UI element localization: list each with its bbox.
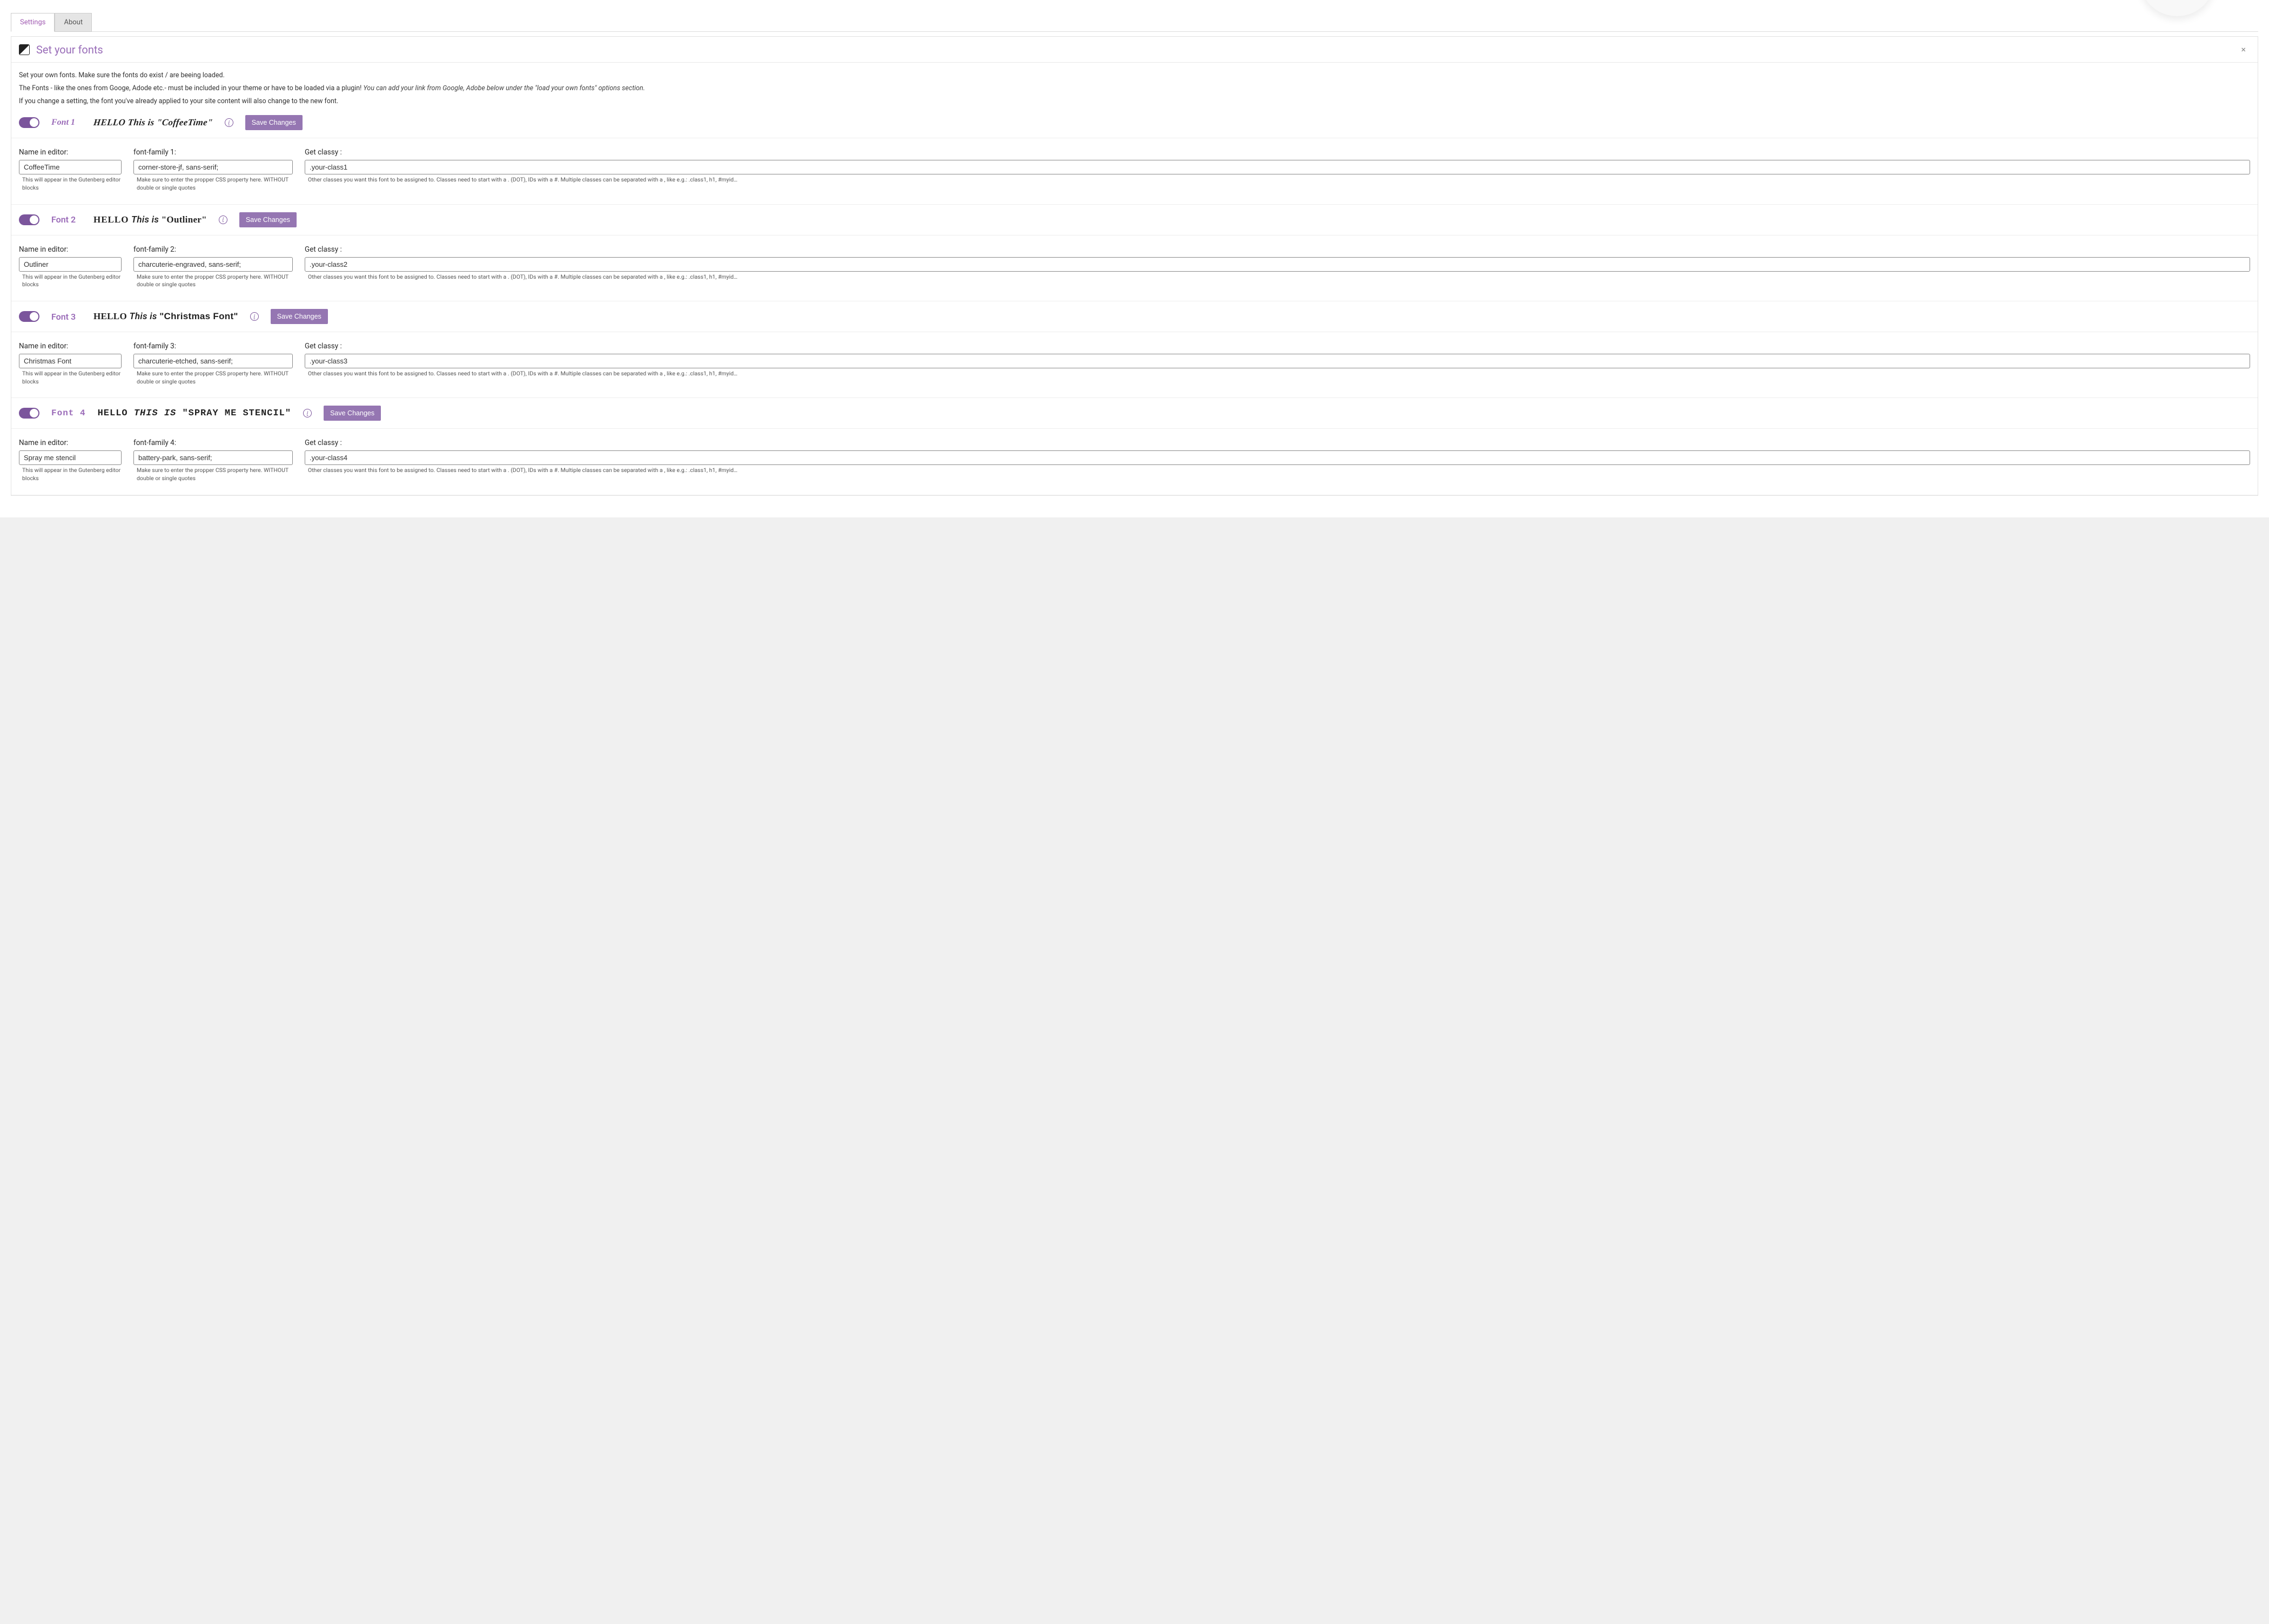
intro-line-3: If you change a setting, the font you've… [19, 95, 2250, 108]
name-help: This will appear in the Gutenberg editor… [19, 370, 122, 386]
classy-help: Other classes you want this font to be a… [305, 370, 2250, 378]
font-2-preview-name: "Outliner" [162, 214, 207, 225]
font-3-classy-input[interactable] [305, 354, 2250, 368]
tab-about[interactable]: About [55, 13, 92, 32]
save-changes-button-2[interactable]: Save Changes [239, 212, 297, 227]
font-2-body: Name in editor: This will appear in the … [11, 235, 2258, 301]
info-icon[interactable]: i [250, 312, 259, 321]
font-1-preview-name: "CoffeeTime" [156, 117, 213, 127]
font-1-name-input[interactable] [19, 160, 122, 174]
tab-settings[interactable]: Settings [11, 13, 55, 32]
intro-line-2: The Fonts - like the ones from Googe, Ad… [19, 82, 2250, 95]
font-block-2: Font 2 HELLO This is "Outliner" i Save C… [11, 205, 2258, 301]
font-3-header: Font 3 HELLO This is "Christmas Font" i … [11, 301, 2258, 332]
font-4-family-input[interactable] [133, 450, 293, 465]
save-changes-button-3[interactable]: Save Changes [271, 309, 328, 324]
font-family-4-label: font-family 4: [133, 439, 293, 447]
family-help: Make sure to enter the propper CSS prope… [133, 273, 293, 289]
classy-help: Other classes you want this font to be a… [305, 273, 2250, 281]
font-4-preview: HELLO This is "Spray me stencil" [98, 408, 291, 419]
font-block-4: Font 4 HELLO This is "Spray me stencil" … [11, 398, 2258, 495]
intro-line-1: Set your own fonts. Make sure the fonts … [19, 69, 2250, 82]
font-1-preview-hello: HELLO [93, 117, 126, 127]
font-1-label: Font 1 [51, 118, 82, 127]
font-block-1: Font 1 HELLO This is "CoffeeTime" i Save… [11, 107, 2258, 204]
close-icon[interactable]: × [2237, 42, 2250, 57]
plugin-logo-icon [19, 44, 30, 55]
get-classy-label: Get classy : [305, 342, 2250, 351]
font-4-name-input[interactable] [19, 450, 122, 465]
font-3-label: Font 3 [51, 312, 82, 322]
save-changes-button-4[interactable]: Save Changes [324, 406, 381, 421]
font-family-2-label: font-family 2: [133, 245, 293, 254]
name-in-editor-label: Name in editor: [19, 439, 122, 447]
font-1-preview-thisis: This is [127, 117, 155, 127]
font-2-family-input[interactable] [133, 257, 293, 272]
font-2-classy-input[interactable] [305, 257, 2250, 272]
font-4-toggle[interactable] [19, 408, 39, 419]
family-help: Make sure to enter the propper CSS prope… [133, 370, 293, 386]
font-2-preview-thisis: This is [131, 214, 159, 225]
font-2-header: Font 2 HELLO This is "Outliner" i Save C… [11, 205, 2258, 235]
get-classy-label: Get classy : [305, 148, 2250, 157]
intro-text: Set your own fonts. Make sure the fonts … [11, 63, 2258, 107]
font-3-toggle[interactable] [19, 311, 39, 322]
font-1-preview: HELLO This is "CoffeeTime" [93, 117, 213, 128]
font-1-header: Font 1 HELLO This is "CoffeeTime" i Save… [11, 107, 2258, 138]
font-2-toggle[interactable] [19, 214, 39, 225]
panel-header: Set your fonts × [11, 37, 2258, 63]
font-4-preview-hello: HELLO [98, 408, 128, 419]
font-1-toggle[interactable] [19, 117, 39, 128]
font-1-family-input[interactable] [133, 160, 293, 174]
panel-title: Set your fonts [36, 43, 2237, 56]
get-classy-label: Get classy : [305, 439, 2250, 447]
classy-help: Other classes you want this font to be a… [305, 467, 2250, 475]
set-your-fonts-panel: Set your fonts × Set your own fonts. Mak… [11, 36, 2258, 496]
name-help: This will appear in the Gutenberg editor… [19, 273, 122, 289]
font-2-label: Font 2 [51, 214, 82, 225]
name-in-editor-label: Name in editor: [19, 245, 122, 254]
font-4-preview-name: "Spray me stencil" [182, 408, 291, 419]
name-in-editor-label: Name in editor: [19, 342, 122, 351]
font-family-3-label: font-family 3: [133, 342, 293, 351]
font-2-preview-hello: HELLO [93, 214, 129, 225]
intro-line-2b: You can add your link from Google, Adobe… [364, 84, 645, 92]
family-help: Make sure to enter the propper CSS prope… [133, 176, 293, 192]
font-3-preview-name: "Christmas Font" [159, 311, 238, 321]
info-icon[interactable]: i [225, 118, 233, 127]
font-2-name-input[interactable] [19, 257, 122, 272]
font-2-preview: HELLO This is "Outliner" [93, 214, 207, 225]
tabs: Settings About [11, 0, 2258, 32]
font-3-name-input[interactable] [19, 354, 122, 368]
get-classy-label: Get classy : [305, 245, 2250, 254]
font-4-body: Name in editor: This will appear in the … [11, 429, 2258, 494]
font-4-classy-input[interactable] [305, 450, 2250, 465]
font-3-preview: HELLO This is "Christmas Font" [93, 311, 238, 322]
info-icon[interactable]: i [219, 215, 227, 224]
save-changes-button-1[interactable]: Save Changes [245, 115, 303, 130]
name-in-editor-label: Name in editor: [19, 148, 122, 157]
font-4-header: Font 4 HELLO This is "Spray me stencil" … [11, 398, 2258, 429]
font-3-body: Name in editor: This will appear in the … [11, 332, 2258, 397]
font-block-3: Font 3 HELLO This is "Christmas Font" i … [11, 301, 2258, 398]
font-3-preview-thisis: This is [130, 311, 157, 322]
info-icon[interactable]: i [303, 409, 312, 417]
font-family-1-label: font-family 1: [133, 148, 293, 157]
font-1-body: Name in editor: This will appear in the … [11, 138, 2258, 204]
name-help: This will appear in the Gutenberg editor… [19, 176, 122, 192]
name-help: This will appear in the Gutenberg editor… [19, 467, 122, 482]
classy-help: Other classes you want this font to be a… [305, 176, 2250, 184]
intro-line-2a: The Fonts - like the ones from Googe, Ad… [19, 84, 364, 92]
font-3-preview-hello: HELLO [93, 311, 127, 321]
font-3-family-input[interactable] [133, 354, 293, 368]
font-4-preview-thisis: This is [134, 408, 176, 419]
font-1-classy-input[interactable] [305, 160, 2250, 174]
family-help: Make sure to enter the propper CSS prope… [133, 467, 293, 482]
font-4-label: Font 4 [51, 408, 86, 418]
